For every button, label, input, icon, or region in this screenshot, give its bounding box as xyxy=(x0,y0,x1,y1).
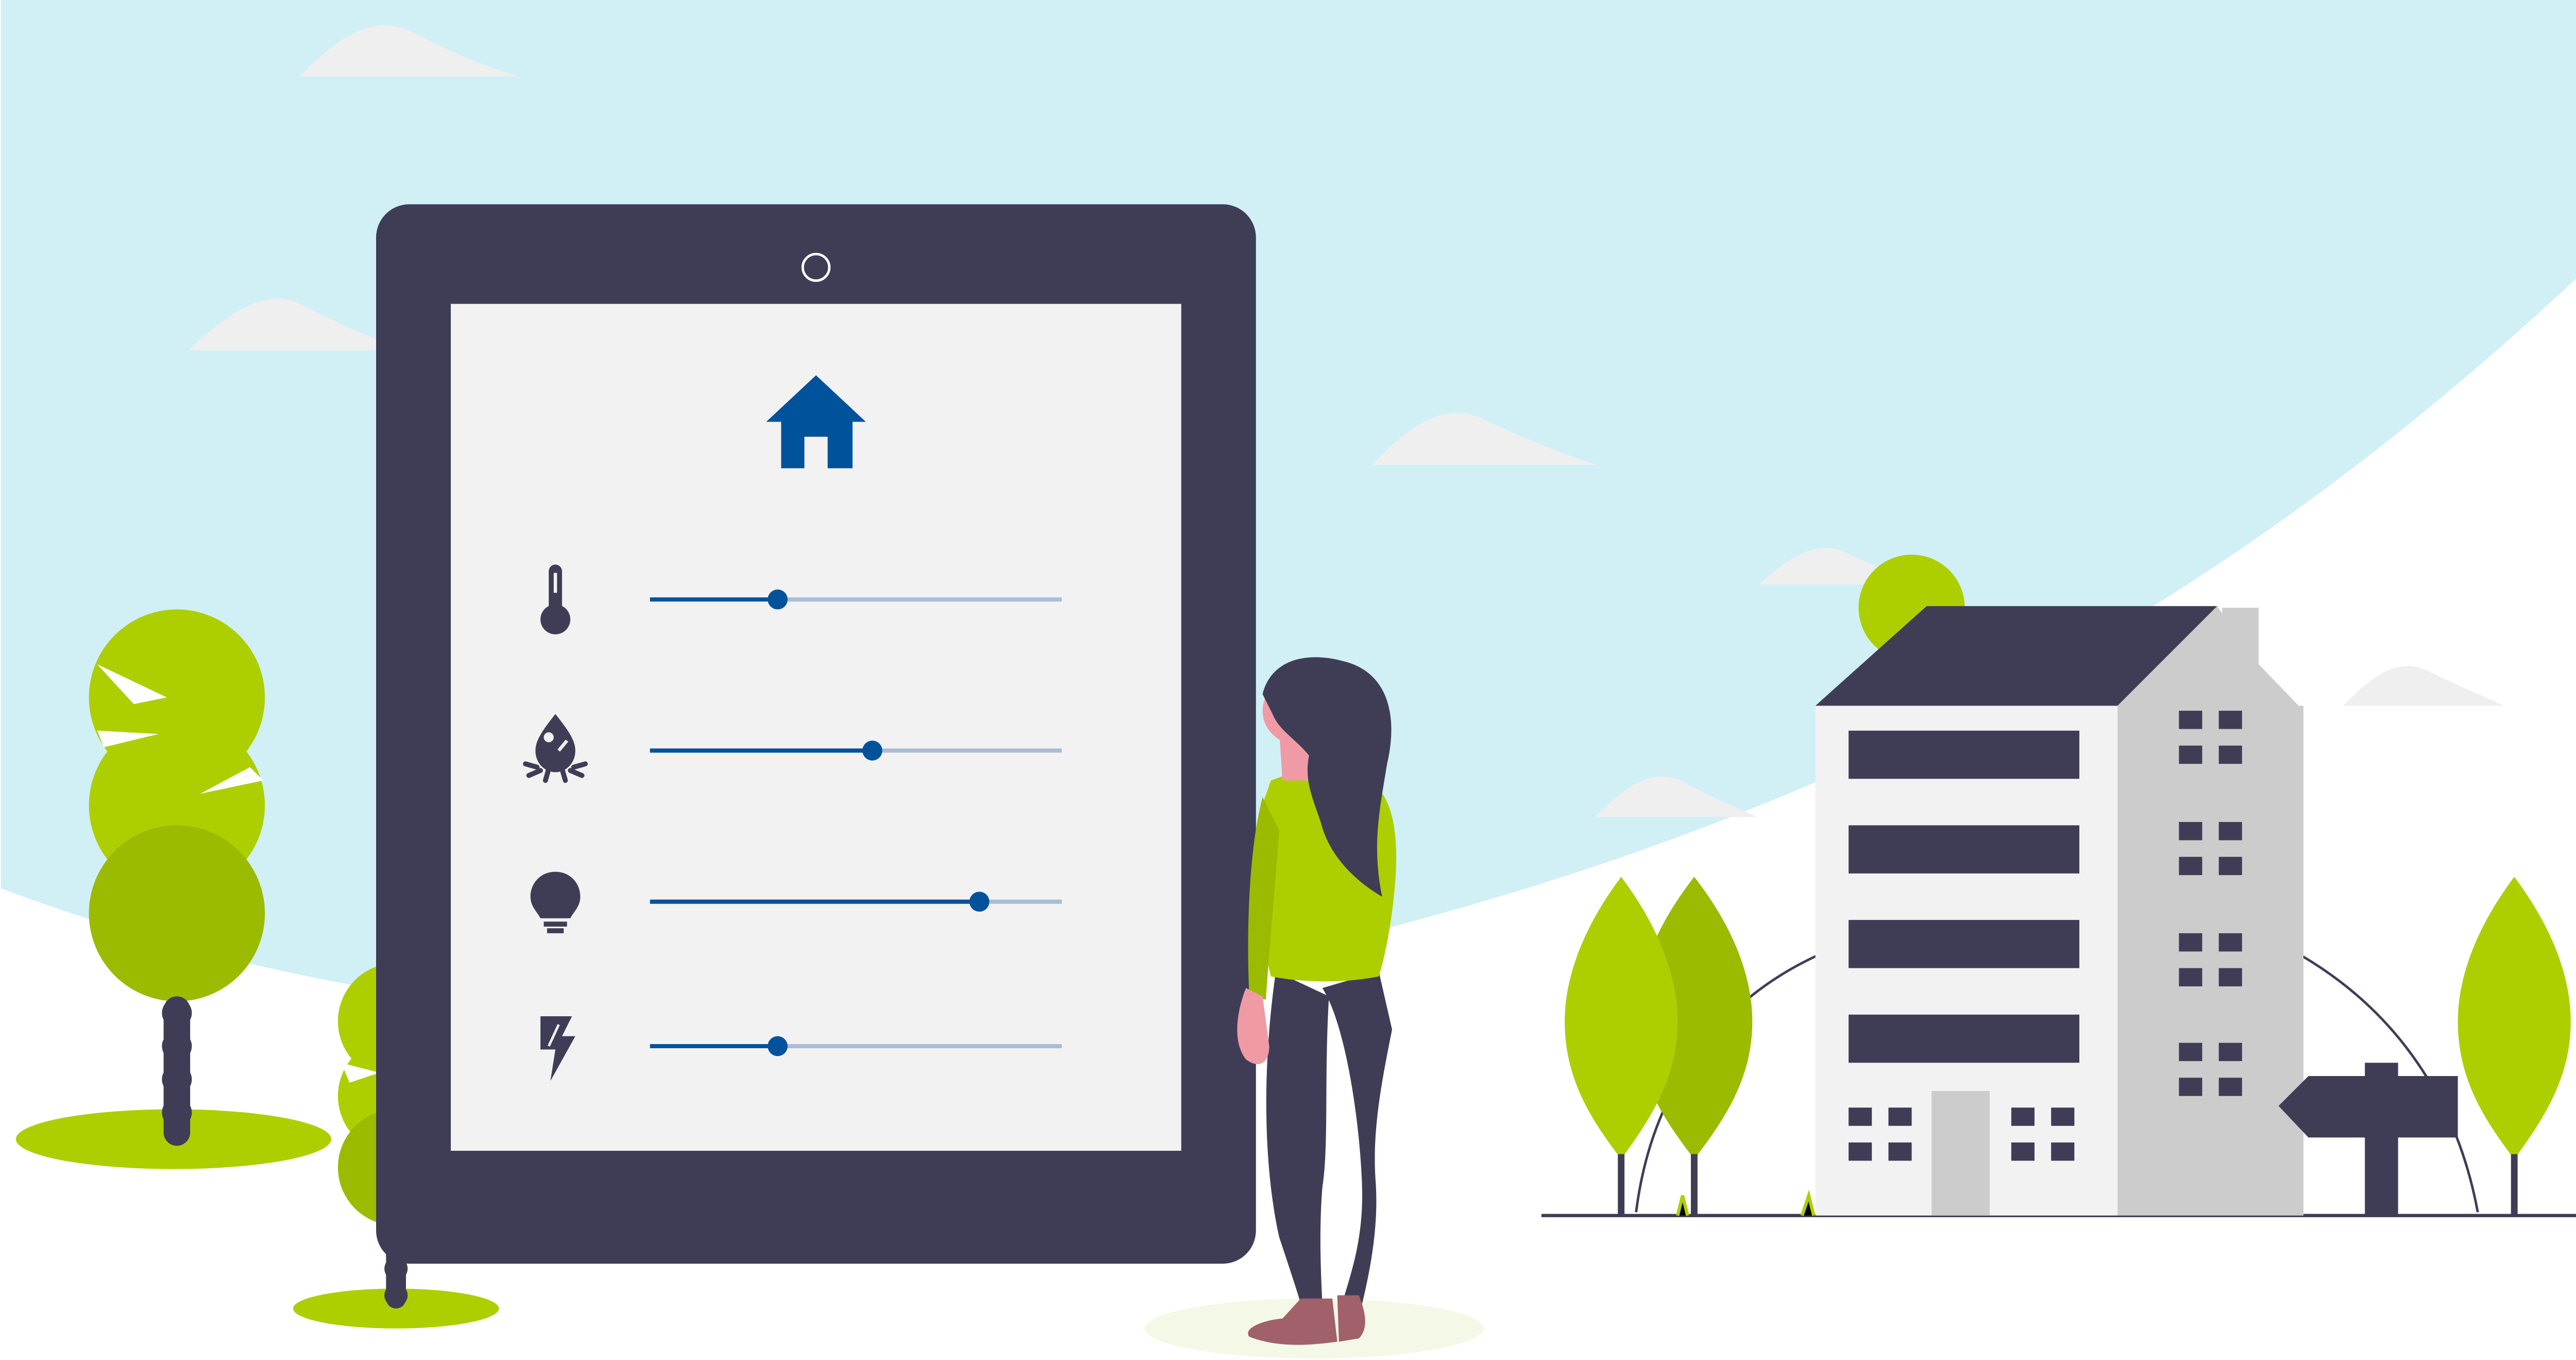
tablet-device xyxy=(376,204,1256,1264)
window xyxy=(2218,711,2242,729)
window xyxy=(2218,933,2242,952)
window xyxy=(2218,857,2242,876)
window xyxy=(2179,1078,2202,1096)
window xyxy=(2179,745,2202,764)
window xyxy=(2218,968,2242,986)
window-band xyxy=(1849,730,2079,779)
window xyxy=(2218,1043,2242,1061)
building-door xyxy=(1931,1091,1990,1216)
window xyxy=(2179,857,2202,876)
apartment-building xyxy=(1815,606,2303,1216)
window xyxy=(1888,1142,1912,1161)
window xyxy=(2218,822,2242,841)
tree-right-pair xyxy=(1565,877,1753,1216)
window xyxy=(2051,1107,2075,1126)
window xyxy=(2218,1078,2242,1096)
slider-handle[interactable] xyxy=(768,1036,788,1056)
window xyxy=(2218,745,2242,764)
window xyxy=(1849,1107,1872,1126)
window xyxy=(2179,1043,2202,1061)
window-band xyxy=(1849,920,2079,968)
slider-handle[interactable] xyxy=(862,741,883,761)
window xyxy=(2011,1107,2035,1126)
window xyxy=(2179,711,2202,729)
window xyxy=(1888,1107,1912,1126)
window xyxy=(2011,1142,2035,1161)
window-band xyxy=(1849,825,2079,874)
window xyxy=(2051,1142,2075,1161)
building-side xyxy=(2117,706,2303,1216)
cloud xyxy=(2343,666,2504,706)
grass-tuft xyxy=(1676,1189,1816,1216)
window xyxy=(2179,822,2202,841)
tree-right-single xyxy=(2458,877,2571,1216)
slider-handle[interactable] xyxy=(969,892,990,912)
smart-home-illustration xyxy=(1,0,2576,1358)
slider-handle[interactable] xyxy=(768,589,788,610)
window xyxy=(2179,933,2202,952)
signpost-icon xyxy=(2278,1063,2458,1216)
window-band xyxy=(1849,1014,2079,1063)
window xyxy=(1849,1142,1872,1161)
window xyxy=(2179,968,2202,986)
